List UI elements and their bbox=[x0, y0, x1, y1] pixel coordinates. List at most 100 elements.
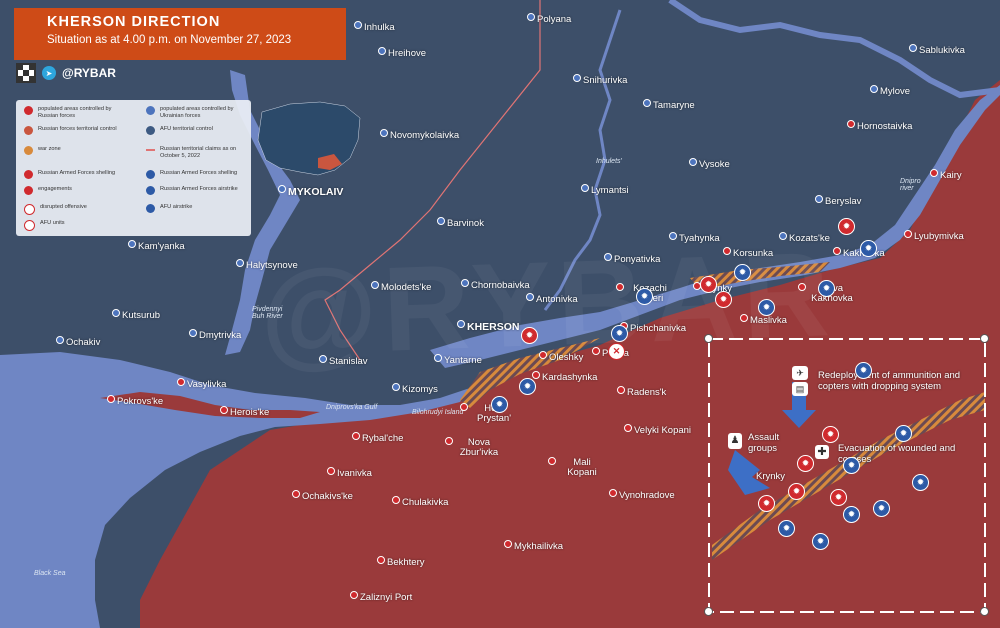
red-shelling-icon bbox=[24, 170, 33, 179]
city-dot bbox=[354, 21, 362, 29]
city-dot bbox=[461, 279, 469, 287]
city-dot bbox=[392, 496, 400, 504]
city-label: Kozats'ke bbox=[789, 233, 830, 244]
city-dot bbox=[236, 259, 244, 267]
city-dot bbox=[847, 120, 855, 128]
blue-hex-icon bbox=[146, 126, 155, 135]
city-dot bbox=[504, 540, 512, 548]
inset-redeployment-label: Redeployment of ammunition and copters w… bbox=[818, 370, 961, 392]
legend-item-label: Russian forces territorial control bbox=[38, 126, 117, 132]
city-dot bbox=[532, 371, 540, 379]
map-header: KHERSON DIRECTION Situation as at 4.00 p… bbox=[14, 8, 346, 60]
legend-item: engagements bbox=[24, 186, 124, 195]
legend-item: disrupted offensive bbox=[24, 204, 124, 215]
city-label: Pokrovs'ke bbox=[117, 396, 164, 407]
russian-shelling-icon: ✹ bbox=[715, 291, 732, 308]
afu-shelling-icon: ✹ bbox=[818, 280, 835, 297]
inset-corner-tr[interactable] bbox=[980, 334, 989, 343]
dniprovska-gulf-label: Dniprovs'ka Gulf bbox=[326, 404, 378, 411]
afu-shelling-icon: ✹ bbox=[812, 533, 829, 550]
legend-item-label: AFU territorial control bbox=[160, 126, 213, 132]
afu-shelling-icon: ✹ bbox=[519, 378, 536, 395]
city-label: Tamaryne bbox=[653, 100, 695, 111]
city-dot bbox=[833, 247, 841, 255]
city-dot bbox=[527, 13, 535, 21]
city-label: Yantarne bbox=[444, 355, 482, 366]
legend-item: Russian forces territorial control bbox=[24, 126, 124, 135]
city-dot bbox=[870, 85, 878, 93]
city-label: Inhulka bbox=[364, 22, 395, 33]
qr-code-icon bbox=[16, 63, 36, 83]
inset-corner-tl[interactable] bbox=[704, 334, 713, 343]
city-label: Ochakivs'ke bbox=[302, 491, 353, 502]
city-label: Mykhailivka bbox=[514, 541, 564, 552]
afu-shelling-icon: ✹ bbox=[611, 325, 628, 342]
legend-item: war zone bbox=[24, 146, 124, 155]
city-dot bbox=[689, 158, 697, 166]
city-label: KHERSON bbox=[467, 321, 520, 333]
afu-shelling-icon: ✹ bbox=[895, 425, 912, 442]
bilohrudyi-island-label: Bilohrudyi Island bbox=[412, 409, 464, 416]
city-dot bbox=[107, 395, 115, 403]
city-dot bbox=[352, 432, 360, 440]
legend-item: populated areas controlled by Ukrainian … bbox=[146, 106, 246, 119]
city-label: Hreihove bbox=[388, 48, 427, 59]
russian-shelling-icon: ✹ bbox=[700, 276, 717, 293]
city-label: Hornostaivka bbox=[857, 121, 913, 132]
city-dot bbox=[380, 129, 388, 137]
inset-copter-icon: ✈ bbox=[792, 366, 808, 380]
city-label: Lymantsi bbox=[591, 185, 629, 196]
city-dot bbox=[798, 283, 806, 291]
city-dot bbox=[220, 406, 228, 414]
city-label: Kairy bbox=[940, 170, 962, 181]
city-label: Ponyativka bbox=[614, 254, 661, 265]
city-dot bbox=[617, 386, 625, 394]
afu-shelling-icon: ✹ bbox=[860, 240, 877, 257]
hatch-icon bbox=[24, 146, 33, 155]
city-dot bbox=[548, 457, 556, 465]
russian-shelling-icon: ✹ bbox=[838, 218, 855, 235]
city-label: Bekhtery bbox=[387, 557, 425, 568]
legend-item-label: populated areas controlled by Ukrainian … bbox=[160, 106, 234, 119]
city-dot bbox=[189, 329, 197, 337]
city-dot bbox=[573, 74, 581, 82]
afu-units-icon bbox=[24, 220, 35, 231]
city-dot bbox=[539, 351, 547, 359]
brand-handle[interactable]: @RYBAR bbox=[62, 66, 116, 80]
inset-corner-bl[interactable] bbox=[704, 607, 713, 616]
city-dot bbox=[909, 44, 917, 52]
city-dot bbox=[643, 99, 651, 107]
city-dot bbox=[930, 169, 938, 177]
city-label: Nova Zbur'ivka bbox=[459, 437, 499, 458]
city-dot bbox=[904, 230, 912, 238]
city-label: Polyana bbox=[537, 14, 572, 25]
afu-airstrike-icon bbox=[146, 204, 155, 213]
legend-item-label: disrupted offensive bbox=[40, 204, 87, 210]
legend-item-label: populated areas controlled by Russian fo… bbox=[38, 106, 112, 119]
red-engagement-icon bbox=[24, 186, 33, 195]
red-dot-icon bbox=[24, 106, 33, 115]
city-dot bbox=[445, 437, 453, 445]
telegram-icon[interactable]: ➤ bbox=[42, 66, 56, 80]
city-label: Novomykolaivka bbox=[390, 130, 460, 141]
afu-shelling-icon: ✹ bbox=[873, 500, 890, 517]
legend-item-label: Russian Armed Forces airstrike bbox=[160, 186, 238, 192]
disrupted-offensive-icon: ✕ bbox=[608, 343, 625, 360]
city-label: Pishchanivka bbox=[630, 323, 686, 334]
city-dot bbox=[740, 314, 748, 322]
city-label: Ivanivka bbox=[337, 468, 372, 479]
blue-shelling-icon bbox=[146, 170, 155, 179]
legend-item-label: engagements bbox=[38, 186, 72, 192]
city-label: Vynohradove bbox=[619, 490, 675, 501]
city-dot bbox=[669, 232, 677, 240]
city-label: Halytsynove bbox=[246, 260, 298, 271]
city-label: Korsunka bbox=[733, 248, 774, 259]
city-dot bbox=[609, 489, 617, 497]
inset-corner-br[interactable] bbox=[980, 607, 989, 616]
legend-item-label: Russian Armed Forces shelling bbox=[38, 170, 116, 176]
city-label: Stanislav bbox=[329, 356, 368, 367]
city-dot bbox=[457, 320, 465, 328]
city-label: Kutsurub bbox=[122, 310, 161, 321]
legend-item: AFU territorial control bbox=[146, 126, 246, 135]
russian-shelling-icon: ✹ bbox=[830, 489, 847, 506]
